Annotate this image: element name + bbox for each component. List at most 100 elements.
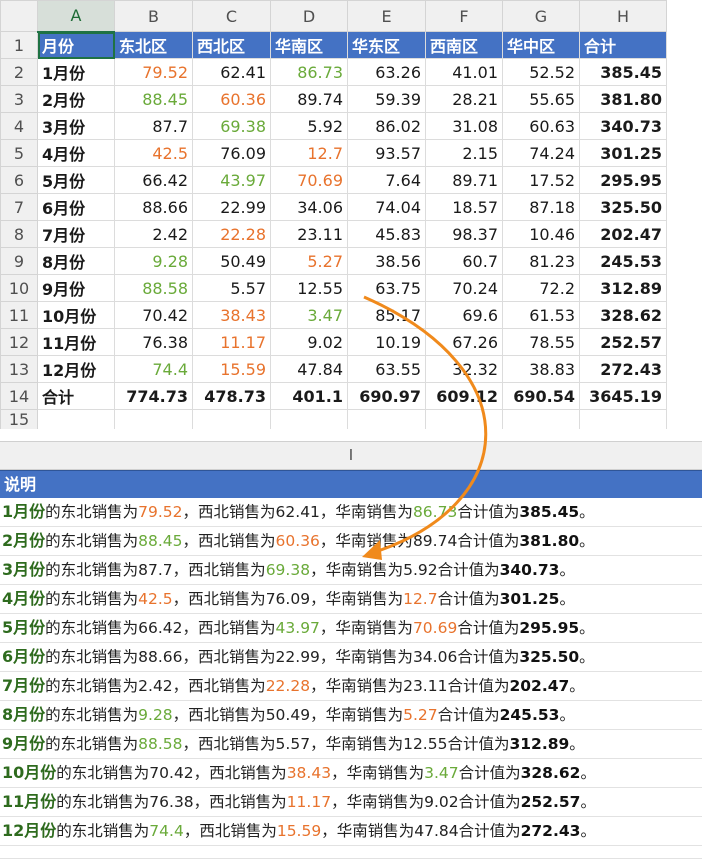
value-cell[interactable]: 87.18 (502, 193, 580, 221)
header-cell[interactable]: 华中区 (502, 31, 580, 59)
description-cell[interactable]: 10月份的东北销售为70.42，西北销售为38.43，华南销售为3.47合计值为… (0, 759, 702, 788)
row-header[interactable]: 7 (0, 193, 38, 221)
value-cell[interactable]: 66.42 (114, 166, 193, 194)
month-cell[interactable]: 7月份 (37, 220, 115, 248)
value-cell[interactable]: 63.75 (347, 274, 426, 302)
row-header[interactable]: 9 (0, 247, 38, 275)
header-cell[interactable]: 月份 (37, 31, 115, 59)
empty-cell[interactable] (425, 409, 503, 429)
row-header[interactable]: 1 (0, 31, 38, 59)
column-header-I[interactable]: I (0, 441, 702, 470)
description-cell[interactable]: 7月份的东北销售为2.42，西北销售为22.28，华南销售为23.11合计值为2… (0, 672, 702, 701)
value-cell[interactable]: 89.71 (425, 166, 503, 194)
total-cell[interactable]: 295.95 (579, 166, 667, 194)
total-cell[interactable]: 245.53 (579, 247, 667, 275)
description-cell[interactable]: 5月份的东北销售为66.42，西北销售为43.97，华南销售为70.69合计值为… (0, 614, 702, 643)
total-cell[interactable]: 301.25 (579, 139, 667, 167)
row-header[interactable]: 8 (0, 220, 38, 248)
month-cell[interactable]: 4月份 (37, 139, 115, 167)
empty-cell[interactable] (192, 409, 271, 429)
value-cell[interactable]: 86.02 (347, 112, 426, 140)
value-cell[interactable]: 69.38 (192, 112, 271, 140)
value-cell[interactable]: 31.08 (425, 112, 503, 140)
value-cell[interactable]: 60.7 (425, 247, 503, 275)
row-header[interactable]: 13 (0, 355, 38, 383)
month-cell[interactable]: 12月份 (37, 355, 115, 383)
value-cell[interactable]: 85.17 (347, 301, 426, 329)
value-cell[interactable]: 74.4 (114, 355, 193, 383)
month-cell[interactable]: 3月份 (37, 112, 115, 140)
value-cell[interactable]: 32.32 (425, 355, 503, 383)
value-cell[interactable]: 59.39 (347, 85, 426, 113)
description-cell[interactable]: 1月份的东北销售为79.52，西北销售为62.41，华南销售为86.73合计值为… (0, 498, 702, 527)
row-header[interactable]: 10 (0, 274, 38, 302)
value-cell[interactable]: 2.42 (114, 220, 193, 248)
value-cell[interactable]: 38.56 (347, 247, 426, 275)
value-cell[interactable]: 3.47 (270, 301, 348, 329)
value-cell[interactable]: 5.92 (270, 112, 348, 140)
row-header[interactable]: 11 (0, 301, 38, 329)
value-cell[interactable]: 81.23 (502, 247, 580, 275)
value-cell[interactable]: 28.21 (425, 85, 503, 113)
column-total-cell[interactable]: 690.54 (502, 382, 580, 410)
value-cell[interactable]: 93.57 (347, 139, 426, 167)
value-cell[interactable]: 76.38 (114, 328, 193, 356)
row-header[interactable]: 12 (0, 328, 38, 356)
value-cell[interactable]: 70.69 (270, 166, 348, 194)
column-total-cell[interactable]: 609.12 (425, 382, 503, 410)
value-cell[interactable]: 38.83 (502, 355, 580, 383)
value-cell[interactable]: 87.7 (114, 112, 193, 140)
row-header[interactable]: 4 (0, 112, 38, 140)
value-cell[interactable]: 38.43 (192, 301, 271, 329)
month-cell[interactable]: 6月份 (37, 193, 115, 221)
value-cell[interactable]: 52.52 (502, 58, 580, 86)
row-header[interactable]: 2 (0, 58, 38, 86)
value-cell[interactable]: 70.42 (114, 301, 193, 329)
value-cell[interactable]: 61.53 (502, 301, 580, 329)
description-header-cell[interactable]: 说明 (0, 470, 702, 498)
header-cell[interactable]: 华南区 (270, 31, 348, 59)
value-cell[interactable]: 12.7 (270, 139, 348, 167)
total-cell[interactable]: 252.57 (579, 328, 667, 356)
month-cell[interactable]: 9月份 (37, 274, 115, 302)
value-cell[interactable]: 50.49 (192, 247, 271, 275)
row-header[interactable]: 6 (0, 166, 38, 194)
header-cell[interactable]: 西南区 (425, 31, 503, 59)
month-cell[interactable]: 11月份 (37, 328, 115, 356)
description-cell[interactable]: 9月份的东北销售为88.58，西北销售为5.57，华南销售为12.55合计值为3… (0, 730, 702, 759)
value-cell[interactable]: 15.59 (192, 355, 271, 383)
value-cell[interactable]: 45.83 (347, 220, 426, 248)
month-cell[interactable]: 2月份 (37, 85, 115, 113)
value-cell[interactable]: 98.37 (425, 220, 503, 248)
value-cell[interactable]: 63.55 (347, 355, 426, 383)
empty-cell[interactable] (502, 409, 580, 429)
description-cell[interactable]: 4月份的东北销售为42.5，西北销售为76.09，华南销售为12.7合计值为30… (0, 585, 702, 614)
description-cell[interactable]: 2月份的东北销售为88.45，西北销售为60.36，华南销售为89.74合计值为… (0, 527, 702, 556)
value-cell[interactable]: 47.84 (270, 355, 348, 383)
total-cell[interactable]: 328.62 (579, 301, 667, 329)
total-cell[interactable]: 325.50 (579, 193, 667, 221)
value-cell[interactable]: 69.6 (425, 301, 503, 329)
header-cell[interactable]: 西北区 (192, 31, 271, 59)
row-header[interactable]: 3 (0, 85, 38, 113)
value-cell[interactable]: 11.17 (192, 328, 271, 356)
value-cell[interactable]: 63.26 (347, 58, 426, 86)
value-cell[interactable]: 10.19 (347, 328, 426, 356)
value-cell[interactable]: 7.64 (347, 166, 426, 194)
column-header-G[interactable]: G (502, 0, 580, 32)
total-cell[interactable]: 385.45 (579, 58, 667, 86)
total-cell[interactable]: 202.47 (579, 220, 667, 248)
value-cell[interactable]: 18.57 (425, 193, 503, 221)
column-total-cell[interactable]: 774.73 (114, 382, 193, 410)
month-cell[interactable]: 1月份 (37, 58, 115, 86)
row-header[interactable]: 5 (0, 139, 38, 167)
value-cell[interactable]: 42.5 (114, 139, 193, 167)
value-cell[interactable]: 88.66 (114, 193, 193, 221)
total-cell[interactable]: 340.73 (579, 112, 667, 140)
empty-cell[interactable] (114, 409, 193, 429)
value-cell[interactable]: 88.58 (114, 274, 193, 302)
grand-total-cell[interactable]: 3645.19 (579, 382, 667, 410)
header-cell[interactable]: 华东区 (347, 31, 426, 59)
total-label-cell[interactable]: 合计 (37, 382, 115, 410)
column-header-F[interactable]: F (425, 0, 503, 32)
